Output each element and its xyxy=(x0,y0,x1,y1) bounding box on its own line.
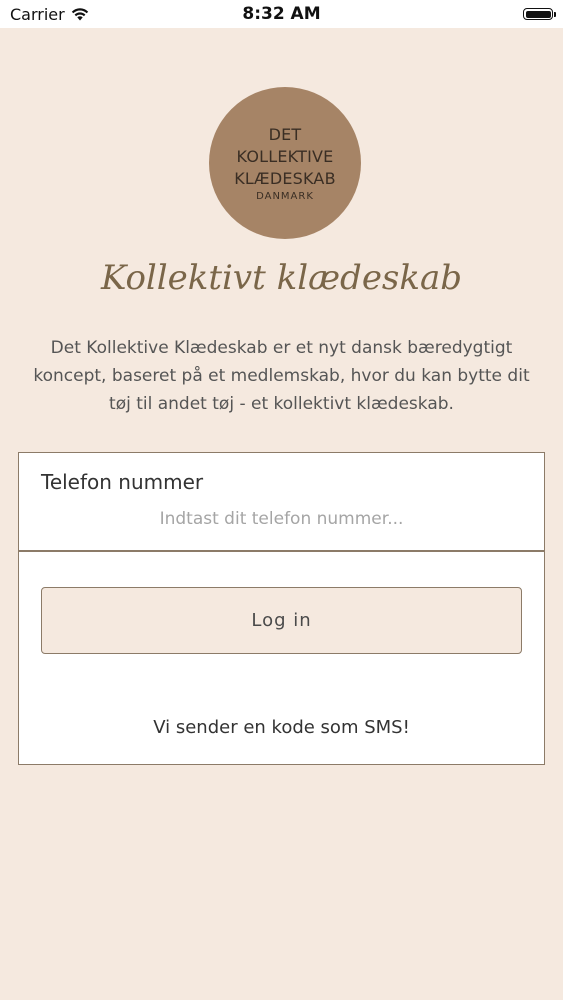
logo-line-2: KOLLEKTIVE xyxy=(236,147,334,166)
carrier-label: Carrier xyxy=(10,4,65,24)
sms-note: Vi sender en kode som SMS! xyxy=(153,717,410,738)
status-right xyxy=(413,8,556,20)
battery-icon xyxy=(523,8,556,20)
brand-name: Kollektivt klædeskab xyxy=(100,258,463,298)
card-divider xyxy=(19,550,544,552)
status-left: Carrier xyxy=(10,5,150,24)
logo-subline: DANMARK xyxy=(256,191,314,202)
login-button[interactable]: Log in xyxy=(41,587,522,654)
battery-tip xyxy=(554,12,556,17)
status-time: 8:32 AM xyxy=(242,4,321,24)
status-bar: Carrier 8:32 AM xyxy=(0,0,563,28)
battery-fill xyxy=(525,10,551,18)
intro-description: Det Kollektive Klædeskab er et nyt dansk… xyxy=(33,338,530,414)
wifi-icon xyxy=(71,7,88,20)
logo-line-1: DET xyxy=(268,125,302,144)
logo-line-3: KLÆDESKAB xyxy=(234,169,336,188)
phone-label: Telefon nummer xyxy=(41,470,204,494)
brand-logo: DET KOLLEKTIVE KLÆDESKAB DANMARK xyxy=(209,87,361,239)
login-card: Telefon nummer Log in Vi sender en kode … xyxy=(18,452,545,765)
phone-input[interactable] xyxy=(41,503,522,535)
